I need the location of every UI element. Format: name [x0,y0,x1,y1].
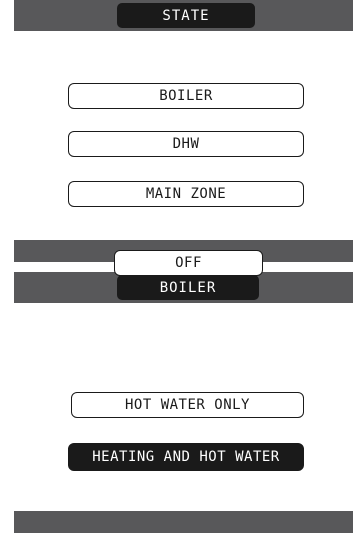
state-screen: STATE BOILER DHW MAIN ZONE [14,0,353,262]
footer-bar [14,511,353,533]
hot-water-only-option-button[interactable]: HOT WATER ONLY [71,392,304,418]
dhw-option-button[interactable]: DHW [68,131,304,157]
screen-title: STATE [117,3,255,28]
heating-and-hot-water-option-button[interactable]: HEATING AND HOT WATER [68,443,304,471]
screen-title: BOILER [117,275,259,300]
main-zone-option-button[interactable]: MAIN ZONE [68,181,304,207]
boiler-option-button[interactable]: BOILER [68,83,304,109]
off-option-button[interactable]: OFF [114,250,263,276]
